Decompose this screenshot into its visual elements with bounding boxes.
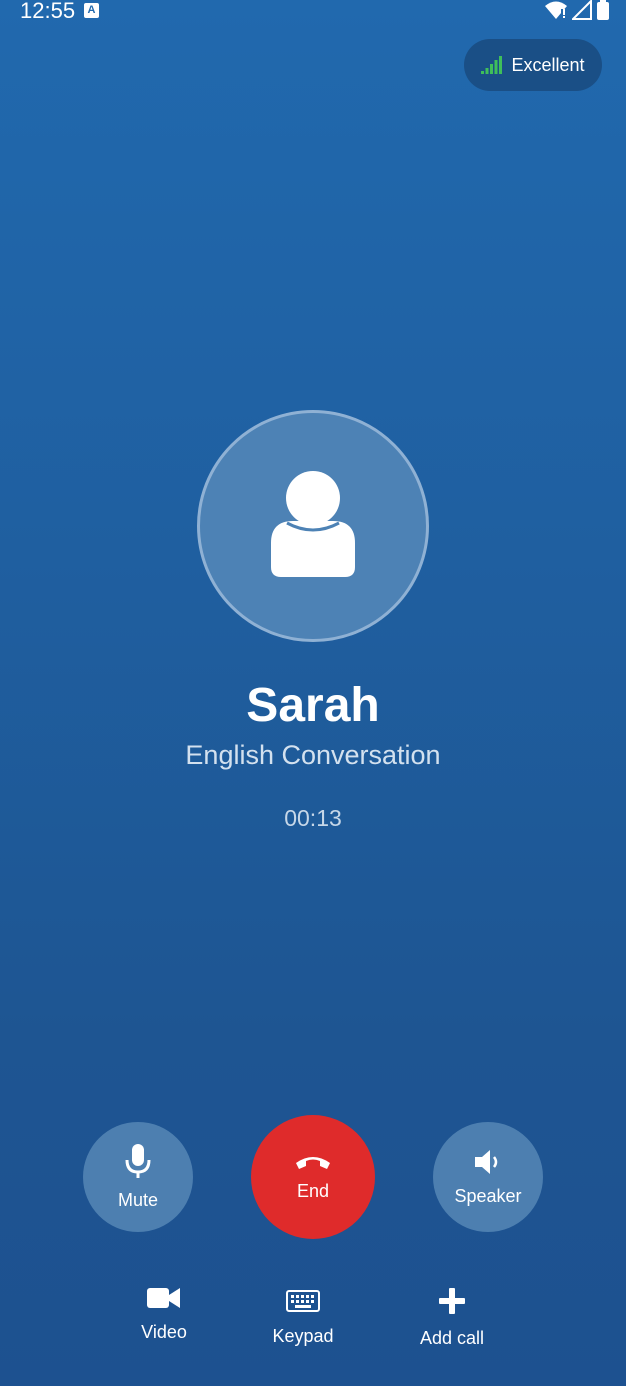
video-camera-icon [147,1288,180,1308]
call-duration: 00:13 [284,805,342,831]
a-icon: A [84,3,99,18]
video-button[interactable]: Video [104,1286,224,1343]
caller-name: Sarah [246,679,380,732]
end-label: End [296,1180,330,1201]
mute-button[interactable]: Mute [83,1122,193,1232]
status-time: 12:55 [20,0,76,23]
caller-subtitle: English Conversation [185,740,441,770]
wifi-icon [545,1,567,19]
video-label: Video [141,1322,187,1342]
microphone-icon [125,1143,151,1178]
status-bar: 12:55 A [0,0,626,26]
caller-avatar [197,410,429,642]
speaker-button[interactable]: Speaker [433,1122,543,1232]
keypad-button[interactable]: Keypad [243,1290,363,1347]
plus-icon [439,1288,465,1314]
add-call-button[interactable]: Add call [392,1288,512,1349]
keypad-label: Keypad [272,1326,334,1346]
mute-label: Mute [117,1189,159,1210]
person-icon [271,471,355,577]
hang-up-icon [296,1156,330,1169]
add-call-label: Add call [419,1328,485,1348]
speaker-icon [475,1149,498,1174]
end-call-button[interactable]: End [251,1115,375,1239]
connection-quality-label: Excellent [511,54,585,75]
connection-quality-badge: Excellent [464,39,602,91]
speaker-label: Speaker [454,1185,522,1206]
status-icons [544,0,610,20]
keyboard-icon [286,1290,320,1312]
signal-bars-icon [481,56,503,74]
cell-signal-icon [572,0,592,20]
battery-icon [597,0,609,20]
